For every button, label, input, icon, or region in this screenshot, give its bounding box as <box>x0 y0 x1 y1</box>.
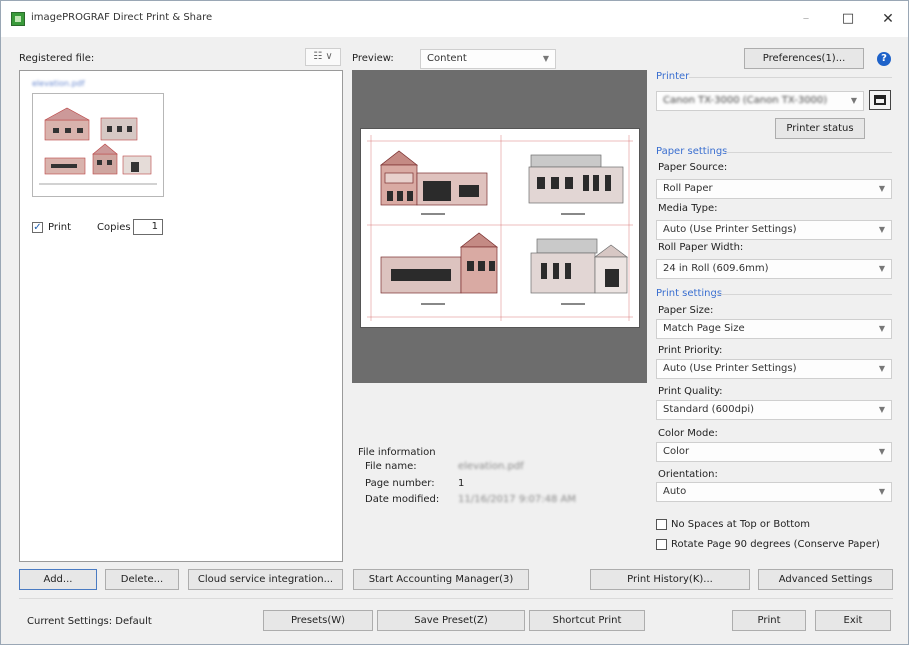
chevron-down-icon: ▼ <box>878 487 885 496</box>
chevron-down-icon: ▼ <box>878 184 885 193</box>
printer-status-button[interactable]: Printer status <box>775 118 865 139</box>
print-quality-value: Standard (600dpi) <box>663 404 755 415</box>
paper-settings-divider <box>725 152 892 153</box>
paper-size-value: Match Page Size <box>663 323 745 334</box>
paper-source-value: Roll Paper <box>663 183 713 194</box>
file-list[interactable]: elevation.pdf ✓ Print Copies 1 <box>19 70 343 562</box>
print-quality-label: Print Quality: <box>658 386 723 397</box>
printer-select-value: Canon TX-3000 (Canon TX-3000) <box>663 95 828 106</box>
preview-page <box>360 128 640 328</box>
chevron-down-icon: ▼ <box>878 364 885 373</box>
copies-label: Copies <box>97 222 131 233</box>
preview-label: Preview: <box>352 53 394 64</box>
paper-size-select[interactable]: Match Page Size ▼ <box>656 319 892 339</box>
cloud-integration-button[interactable]: Cloud service integration... <box>188 569 343 590</box>
orientation-label: Orientation: <box>658 469 718 480</box>
preview-mode-value: Content <box>427 53 467 64</box>
print-quality-select[interactable]: Standard (600dpi) ▼ <box>656 400 892 420</box>
preview-mode-select[interactable]: Content ▼ <box>420 49 556 69</box>
roll-width-select[interactable]: 24 in Roll (609.6mm) ▼ <box>656 259 892 279</box>
paper-size-label: Paper Size: <box>658 305 714 316</box>
chevron-down-icon: ▼ <box>878 324 885 333</box>
media-type-label: Media Type: <box>658 203 718 214</box>
rotate-page-checkbox[interactable] <box>656 539 667 550</box>
rotate-page-label: Rotate Page 90 degrees (Conserve Paper) <box>671 539 880 550</box>
no-spaces-label: No Spaces at Top or Bottom <box>671 519 811 530</box>
printer-group-divider <box>689 77 892 78</box>
print-priority-select[interactable]: Auto (Use Printer Settings) ▼ <box>656 359 892 379</box>
media-type-select[interactable]: Auto (Use Printer Settings) ▼ <box>656 220 892 240</box>
registered-file-label: Registered file: <box>19 53 95 64</box>
printer-icon[interactable] <box>869 90 891 110</box>
advanced-settings-button[interactable]: Advanced Settings <box>758 569 893 590</box>
app-icon <box>11 12 25 26</box>
preview-drawing <box>367 135 633 321</box>
save-preset-button[interactable]: Save Preset(Z) <box>377 610 525 631</box>
file-info-title: File information <box>358 447 436 458</box>
shortcut-print-button[interactable]: Shortcut Print <box>529 610 645 631</box>
no-spaces-checkbox[interactable] <box>656 519 667 530</box>
date-modified-label: Date modified: <box>365 494 440 505</box>
paper-source-select[interactable]: Roll Paper ▼ <box>656 179 892 199</box>
chevron-down-icon: ▼ <box>878 447 885 456</box>
help-icon[interactable]: ? <box>877 52 891 66</box>
thumbnail-drawing <box>35 96 161 194</box>
printer-select[interactable]: Canon TX-3000 (Canon TX-3000) ▼ <box>656 91 864 111</box>
chevron-down-icon: ▼ <box>850 96 857 105</box>
delete-button[interactable]: Delete... <box>105 569 179 590</box>
roll-width-label: Roll Paper Width: <box>658 242 744 253</box>
footer-divider <box>19 598 893 599</box>
paper-source-label: Paper Source: <box>658 162 728 173</box>
color-mode-select[interactable]: Color ▼ <box>656 442 892 462</box>
printer-group-title: Printer <box>656 71 690 82</box>
print-settings-divider <box>715 294 892 295</box>
paper-settings-group-title: Paper settings <box>656 146 728 157</box>
file-name-label: File name: <box>365 461 417 472</box>
color-mode-label: Color Mode: <box>658 428 718 439</box>
accounting-manager-button[interactable]: Start Accounting Manager(3) <box>353 569 529 590</box>
view-mode-button[interactable]: ☷ ∨ <box>305 48 341 66</box>
page-number-label: Page number: <box>365 478 435 489</box>
current-settings-label: Current Settings: Default <box>27 616 152 627</box>
orientation-select[interactable]: Auto ▼ <box>656 482 892 502</box>
chevron-down-icon: ▼ <box>542 54 549 63</box>
file-thumbnail[interactable] <box>32 93 164 197</box>
preview-pane <box>352 70 647 383</box>
window-title: imagePROGRAF Direct Print & Share <box>31 12 213 23</box>
print-checkbox[interactable]: ✓ <box>32 222 43 233</box>
app-window: imagePROGRAF Direct Print & Share – □ ✕ … <box>0 0 909 645</box>
copies-input[interactable]: 1 <box>133 219 163 235</box>
presets-button[interactable]: Presets(W) <box>263 610 373 631</box>
chevron-down-icon: ▼ <box>878 264 885 273</box>
page-number-value: 1 <box>458 478 465 489</box>
print-settings-group-title: Print settings <box>656 288 723 299</box>
print-history-button[interactable]: Print History(K)... <box>590 569 750 590</box>
orientation-value: Auto <box>663 486 687 497</box>
color-mode-value: Color <box>663 446 690 457</box>
minimize-button[interactable]: – <box>791 7 821 31</box>
preferences-button[interactable]: Preferences(1)... <box>744 48 864 69</box>
print-priority-value: Auto (Use Printer Settings) <box>663 363 797 374</box>
print-button[interactable]: Print <box>732 610 806 631</box>
close-button[interactable]: ✕ <box>873 7 903 31</box>
media-type-value: Auto (Use Printer Settings) <box>663 224 797 235</box>
add-button[interactable]: Add... <box>19 569 97 590</box>
maximize-button[interactable]: □ <box>833 7 863 31</box>
date-modified-value: 11/16/2017 9:07:48 AM <box>458 494 577 505</box>
chevron-down-icon: ▼ <box>878 225 885 234</box>
title-bar: imagePROGRAF Direct Print & Share – □ ✕ <box>1 1 908 37</box>
exit-button[interactable]: Exit <box>815 610 891 631</box>
roll-width-value: 24 in Roll (609.6mm) <box>663 263 769 274</box>
file-item-name: elevation.pdf <box>32 79 85 88</box>
print-priority-label: Print Priority: <box>658 345 723 356</box>
print-label: Print <box>48 222 72 233</box>
chevron-down-icon: ▼ <box>878 405 885 414</box>
file-name-value: elevation.pdf <box>458 461 524 472</box>
